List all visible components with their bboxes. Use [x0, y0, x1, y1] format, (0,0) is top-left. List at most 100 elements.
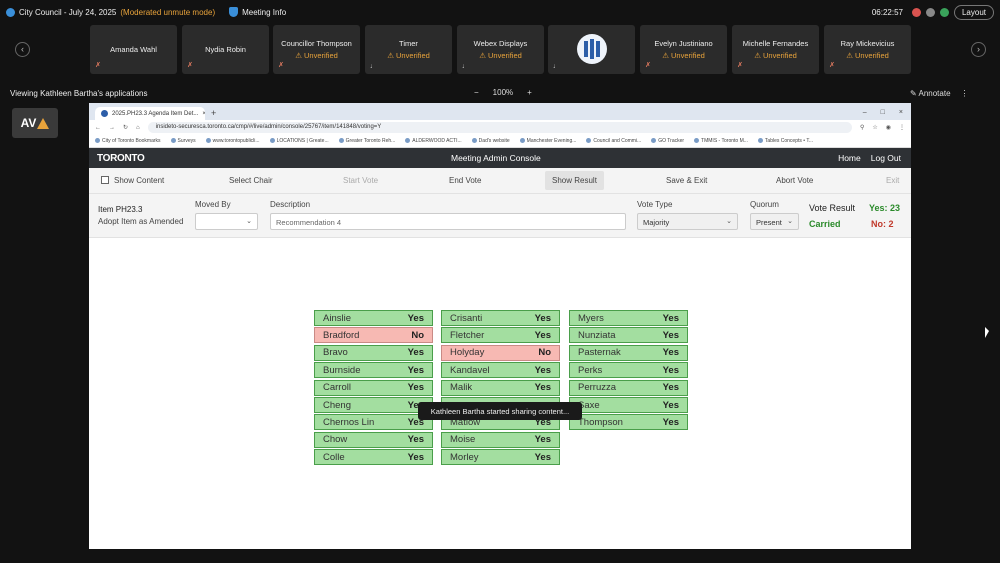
logout-link[interactable]: Log Out [871, 153, 901, 163]
close-tab-icon[interactable]: × [202, 111, 205, 117]
participant-tile[interactable]: Ray Mickevicius ⚠ Unverified ✗ [824, 25, 911, 74]
close-window-icon[interactable]: × [899, 109, 903, 116]
councillor-name: Fletcher [450, 329, 485, 341]
checkbox-icon[interactable] [101, 176, 109, 184]
bookmark-item[interactable]: Tables Concepts • T... [758, 138, 813, 144]
browser-tab-bar: 2025.PH23.3 Agenda Item Det... × + – □ × [89, 103, 911, 120]
browser-url-bar: ← → ↻ ⌂ insideto-securesca.toronto.ca/cm… [89, 120, 911, 135]
participant-tile[interactable]: Michelle Fernandes ⚠ Unverified ✗ [732, 25, 819, 74]
layout-button[interactable]: Layout [953, 4, 994, 20]
vote-type-select[interactable]: Majority ⌄ [637, 213, 738, 230]
councillor-name: Carroll [323, 382, 351, 394]
back-icon[interactable]: ← [95, 125, 101, 131]
bookmark-item[interactable]: Dad's website [472, 138, 510, 144]
item-number: Item PH23.3 [98, 205, 143, 214]
bookmark-item[interactable]: TMMIS - Toronto M... [694, 138, 748, 144]
councillor-vote: Burnside Yes [314, 362, 433, 379]
exit-button[interactable]: Exit [886, 176, 899, 185]
participant-tile[interactable]: Evelyn Justiniano ⚠ Unverified ✗ [640, 25, 727, 74]
profile-icon[interactable]: ◉ [886, 124, 891, 131]
speaker-muted-icon: ♩ [370, 63, 377, 70]
chevron-down-icon: ⌄ [726, 218, 732, 225]
bookmark-item[interactable]: Council and Commi... [586, 138, 641, 144]
description-label: Description [270, 200, 311, 209]
participant-tile[interactable]: Councillor Thompson ⚠ Unverified ✗ [273, 25, 360, 74]
address-input[interactable]: insideto-securesca.toronto.ca/cmp/#/live… [147, 122, 852, 133]
councillor-vote-value: No [538, 347, 551, 359]
participant-name: Amanda Wahl [110, 45, 157, 54]
councillor-vote-value: Yes [662, 329, 679, 341]
councillor-vote-value: Yes [662, 399, 679, 411]
save-exit-button[interactable]: Save & Exit [666, 176, 707, 185]
reload-icon[interactable]: ↻ [123, 124, 128, 131]
sharing-toast: Kathleen Bartha started sharing content.… [418, 402, 582, 420]
bookmark-item[interactable]: www.torontopublicli... [206, 138, 260, 144]
participant-tile[interactable]: Nydia Robin ✗ [182, 25, 269, 74]
councillor-vote-value: Yes [662, 416, 679, 428]
home-icon[interactable]: ⌂ [136, 125, 140, 131]
quorum-label: Quorum [750, 200, 779, 209]
show-content-toggle[interactable]: Show Content [101, 176, 164, 185]
annotate-button[interactable]: ✎ Annotate [910, 89, 951, 98]
minimize-icon[interactable]: – [863, 109, 867, 116]
more-options-icon[interactable]: ⋮ [961, 89, 969, 98]
meeting-info-button[interactable]: Meeting Info [229, 7, 286, 17]
tab-title: 2025.PH23.3 Agenda Item Det... [112, 110, 199, 117]
bookmark-item[interactable]: City of Toronto Bookmarks [95, 138, 161, 144]
councillor-vote: Chernos Lin Yes [314, 414, 433, 431]
abort-vote-button[interactable]: Abort Vote [776, 176, 813, 185]
description-field[interactable]: Recommendation 4 [270, 213, 626, 230]
councillor-vote: Crisanti Yes [441, 310, 560, 326]
bookmark-item[interactable]: Manchester Evening... [520, 138, 577, 144]
new-tab-button[interactable]: + [211, 108, 216, 120]
shared-browser-window: 2025.PH23.3 Agenda Item Det... × + – □ ×… [89, 103, 911, 549]
select-chair-button[interactable]: Select Chair [229, 176, 273, 185]
zoom-out-button[interactable]: − [474, 84, 479, 102]
unverified-label: Unverified [304, 51, 338, 60]
participant-tile[interactable]: Timer ⚠ Unverified ♩ [365, 25, 452, 74]
browser-menu-icon[interactable]: ⋮ [899, 124, 905, 131]
bookmarks-bar: City of Toronto Bookmarks Surveys www.to… [89, 135, 911, 148]
zoom-icon[interactable]: ⚲ [860, 124, 864, 131]
end-vote-button[interactable]: End Vote [449, 176, 481, 185]
recording-icon[interactable] [911, 7, 921, 17]
councillor-vote: Bravo Yes [314, 344, 433, 361]
forward-icon[interactable]: → [109, 125, 115, 131]
quorum-select[interactable]: Present ⌄ [750, 213, 799, 230]
bookmark-item[interactable]: LOCATIONS | Greate... [270, 138, 329, 144]
councillor-name: Moise [450, 434, 476, 446]
connection-icon[interactable] [939, 7, 949, 17]
chevron-right-icon[interactable]: › [971, 42, 986, 57]
moved-by-select[interactable]: ⌄ [195, 213, 258, 230]
status-icon[interactable] [925, 7, 935, 17]
bookmark-item[interactable]: Surveys [171, 138, 196, 144]
maximize-icon[interactable]: □ [881, 109, 885, 116]
meeting-info-label: Meeting Info [242, 7, 287, 17]
participant-strip: ‹ Amanda Wahl ✗ Nydia Robin ✗ Councillor… [0, 25, 1000, 75]
councillor-name: Malik [450, 382, 473, 394]
councillor-vote-value: No [411, 329, 424, 341]
vote-toolbar: Show Content Select Chair Start Vote End… [89, 168, 911, 194]
bookmark-item[interactable]: GO Tracker [651, 138, 684, 144]
show-result-button[interactable]: Show Result [545, 171, 604, 190]
av-logo: AV [12, 108, 58, 138]
councillor-vote-value: Yes [534, 382, 551, 394]
start-vote-button[interactable]: Start Vote [343, 176, 378, 185]
councillor-name: Chow [323, 434, 348, 446]
chevron-left-icon[interactable]: ‹ [15, 42, 30, 57]
bookmark-star-icon[interactable]: ☆ [872, 124, 877, 131]
participant-tile[interactable]: Webex Displays ⚠ Unverified ♩ [457, 25, 544, 74]
participant-tile[interactable]: ♩ [548, 25, 635, 74]
annotate-label: Annotate [918, 88, 951, 98]
zoom-in-button[interactable]: + [527, 84, 532, 102]
bookmark-item[interactable]: Greater Toronto Reh... [339, 138, 396, 144]
participant-tile[interactable]: Amanda Wahl ✗ [90, 25, 177, 74]
bookmark-item[interactable]: ALDERWOOD ACTI... [405, 138, 461, 144]
mic-muted-icon: ✗ [187, 62, 193, 69]
councillor-vote: Nunziata Yes [569, 327, 688, 344]
home-link[interactable]: Home [838, 153, 861, 163]
yes-count: Yes: 23 [869, 203, 901, 213]
mic-muted-icon: ✗ [278, 62, 284, 69]
councillor-vote-value: Yes [534, 364, 551, 376]
browser-tab[interactable]: 2025.PH23.3 Agenda Item Det... × [95, 107, 205, 120]
